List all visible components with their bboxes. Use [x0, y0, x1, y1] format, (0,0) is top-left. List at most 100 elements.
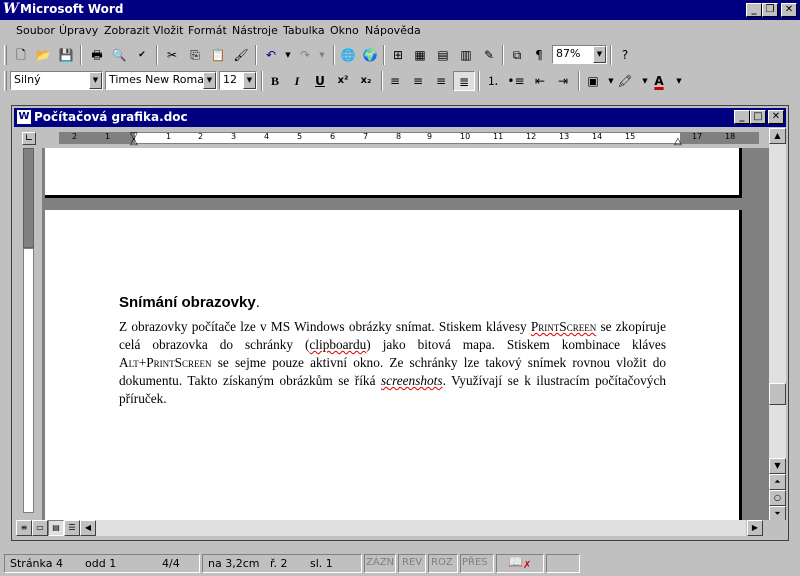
menu-soubor[interactable]: Soubor: [16, 24, 55, 37]
heading-punct: .: [255, 294, 260, 311]
scroll-right-icon[interactable]: ▶: [747, 520, 763, 536]
print-icon[interactable]: 🖶: [86, 45, 108, 65]
key-alt-printscreen: Alt+PrintScreen: [119, 355, 212, 370]
insert-excel-icon[interactable]: ▤: [432, 45, 454, 65]
menu-nastroje[interactable]: Nástroje: [232, 24, 278, 37]
web-toolbar-icon[interactable]: 🌍: [359, 45, 381, 65]
scroll-left-icon[interactable]: ◀: [80, 520, 96, 536]
scroll-thumb[interactable]: [769, 383, 786, 405]
underline-icon[interactable]: U: [309, 71, 331, 91]
cut-icon[interactable]: ✂: [161, 45, 183, 65]
document-area[interactable]: Snímání obrazovky. Z obrazovky počítače …: [42, 148, 769, 520]
document-map-icon[interactable]: ⧉: [506, 45, 528, 65]
doc-restore-button[interactable]: □: [750, 110, 766, 124]
status-rev[interactable]: REV: [402, 557, 422, 568]
highlight-icon[interactable]: 🖍: [614, 71, 636, 91]
minimize-button[interactable]: _: [746, 3, 762, 17]
zoom-select[interactable]: 87% ▼: [552, 45, 607, 64]
tables-borders-icon[interactable]: ⊞: [387, 45, 409, 65]
menu-vlozit[interactable]: Vložit: [153, 24, 183, 37]
zoom-value: 87%: [556, 47, 581, 60]
ruler-label: 17: [692, 132, 703, 141]
align-left-icon[interactable]: ≡: [384, 71, 406, 91]
chevron-down-icon[interactable]: ▼: [89, 72, 102, 89]
bold-icon[interactable]: B: [264, 71, 286, 91]
close-button[interactable]: ✕: [781, 3, 797, 17]
status-rec[interactable]: ZÁZN: [366, 557, 394, 568]
horizontal-scrollbar[interactable]: ≡ ▭ ▤ ☰ ◀ ▶: [14, 520, 786, 537]
ruler-label: 4: [264, 132, 270, 141]
office-assistant-icon[interactable]: ?: [614, 45, 636, 65]
ruler-label: 2: [72, 132, 78, 141]
chevron-down-icon[interactable]: ▼: [203, 72, 216, 89]
open-icon[interactable]: 📂: [32, 45, 54, 65]
font-color-icon[interactable]: A: [648, 71, 670, 91]
browse-object-icon[interactable]: ○: [769, 490, 786, 506]
paragraph[interactable]: Z obrazovky počítače lze v MS Windows ob…: [119, 318, 666, 408]
spelling-icon[interactable]: ✔: [131, 45, 153, 65]
save-icon[interactable]: 💾: [55, 45, 77, 65]
numbering-icon[interactable]: ⒈: [482, 71, 504, 91]
increase-indent-icon[interactable]: ⇥: [552, 71, 574, 91]
scroll-up-icon[interactable]: ▲: [769, 128, 786, 144]
menu-tabulka[interactable]: Tabulka: [283, 24, 325, 37]
menu-zobrazit[interactable]: Zobrazit: [104, 24, 150, 37]
print-preview-icon[interactable]: 🔍: [108, 45, 130, 65]
scroll-down-icon[interactable]: ▼: [769, 458, 786, 474]
bullets-icon[interactable]: •≡: [505, 71, 527, 91]
columns-icon[interactable]: ▥: [455, 45, 477, 65]
para-text: ) jako bitová mapa. Stiskem kombinace kl…: [366, 337, 667, 352]
insert-table-icon[interactable]: ▦: [409, 45, 431, 65]
chevron-down-icon[interactable]: ▼: [243, 72, 256, 89]
style-select[interactable]: Silný ▼: [10, 71, 103, 90]
restore-button[interactable]: ❐: [762, 3, 778, 17]
doc-close-button[interactable]: ✕: [768, 110, 784, 124]
status-ovr[interactable]: PŘES: [462, 557, 488, 568]
left-indent-icon[interactable]: △: [130, 136, 138, 147]
document-window: W Počítačová grafika.doc _ □ ✕ ∟ 2 1 1 2…: [11, 105, 789, 541]
italic-icon[interactable]: I: [286, 71, 308, 91]
font-size-select[interactable]: 12 ▼: [219, 71, 257, 90]
justify-icon[interactable]: ≣: [453, 71, 475, 91]
new-icon[interactable]: 🗋: [10, 45, 32, 65]
status-ext[interactable]: ROZ: [431, 557, 453, 568]
paste-icon[interactable]: 📋: [207, 45, 229, 65]
chevron-down-icon[interactable]: ▼: [593, 46, 606, 63]
copy-icon[interactable]: ⎘: [184, 45, 206, 65]
show-hide-icon[interactable]: ¶: [528, 45, 550, 65]
subscript-icon[interactable]: x₂: [355, 71, 377, 91]
menu-napoveda[interactable]: Nápověda: [365, 24, 421, 37]
doc-minimize-button[interactable]: _: [734, 110, 750, 124]
font-color-dropdown-icon[interactable]: ▼: [668, 71, 690, 91]
spelling-status-icon[interactable]: 📖 ✗: [508, 555, 531, 571]
tab-selector-icon[interactable]: ∟: [22, 132, 36, 145]
print-view-icon[interactable]: ▤: [48, 520, 64, 536]
menu-format[interactable]: Formát: [188, 24, 227, 37]
normal-view-icon[interactable]: ≡: [16, 520, 32, 536]
drawing-icon[interactable]: ✎: [478, 45, 500, 65]
ruler-label: 6: [330, 132, 336, 141]
vertical-scrollbar[interactable]: ▲ ▼ ⏶ ○ ⏷: [769, 128, 786, 522]
status-position: na 3,2cm: [208, 557, 260, 570]
superscript-icon[interactable]: x²: [332, 71, 354, 91]
menu-upravy[interactable]: Úpravy: [59, 24, 98, 37]
previous-page-icon[interactable]: ⏶: [769, 474, 786, 490]
ruler-label: 1: [166, 132, 172, 141]
current-page[interactable]: Snímání obrazovky. Z obrazovky počítače …: [45, 210, 742, 520]
right-indent-icon[interactable]: △: [674, 136, 682, 147]
font-select[interactable]: Times New Roman ▼: [105, 71, 217, 90]
format-painter-icon[interactable]: 🖌: [230, 45, 252, 65]
menu-okno[interactable]: Okno: [330, 24, 359, 37]
ruler-label: 9: [427, 132, 433, 141]
web-view-icon[interactable]: ▭: [32, 520, 48, 536]
ruler-label: 2: [198, 132, 204, 141]
align-right-icon[interactable]: ≡: [430, 71, 452, 91]
align-center-icon[interactable]: ≡: [407, 71, 429, 91]
document-icon: W: [17, 110, 31, 124]
outline-view-icon[interactable]: ☰: [64, 520, 80, 536]
horizontal-ruler[interactable]: ∟ 2 1 1 2 3 4 5 6 7 8 9 10 11 12 13 14 1…: [14, 128, 786, 148]
hyperlink-icon[interactable]: 🌐: [337, 45, 359, 65]
decrease-indent-icon[interactable]: ⇤: [529, 71, 551, 91]
vertical-ruler[interactable]: [14, 148, 42, 520]
h-scroll-track[interactable]: [96, 520, 746, 536]
